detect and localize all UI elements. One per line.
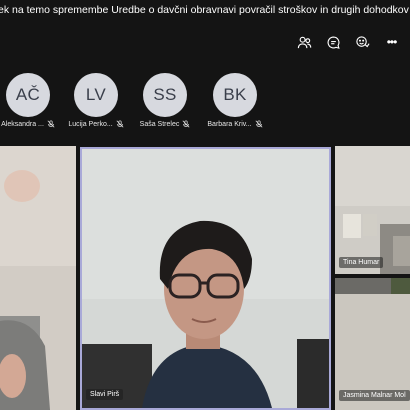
chat-icon[interactable] (325, 34, 342, 51)
video-tile-active-speaker[interactable]: Slavi Pirš (80, 147, 331, 410)
participant-name: Lucija Perko... (68, 120, 113, 128)
participant-name-tag: Slavi Pirš (86, 389, 124, 400)
meeting-title: ek na temo spremembe Uredbe o davčni obr… (0, 4, 410, 16)
video-feed (82, 149, 329, 408)
video-tile-right-top[interactable]: Tina Humar (335, 146, 410, 274)
participant-name: Barbara Kriv... (207, 120, 252, 128)
title-bar: ek na temo spremembe Uredbe o davčni obr… (0, 0, 410, 26)
roster-participant[interactable]: BK Barbara Kriv... (199, 70, 271, 134)
mic-muted-icon (47, 120, 55, 128)
participants-icon[interactable] (296, 34, 313, 51)
video-tile-right-bottom[interactable]: Jasmina Malnar Mol (335, 278, 410, 410)
more-options-icon[interactable]: ••• (383, 34, 400, 51)
roster-participant[interactable]: AČ Aleksandra ... (0, 70, 64, 134)
participant-name: Saša Strelec (139, 120, 180, 128)
video-tile-left[interactable] (0, 146, 76, 410)
video-feed (0, 146, 76, 410)
participant-name-tag: Jasmina Malnar Mol (339, 390, 410, 401)
video-feed (335, 146, 410, 274)
avatar: LV (74, 73, 118, 117)
roster-participant[interactable]: SS Saša Strelec (129, 70, 201, 134)
participant-roster: AČ Aleksandra ... LV Lucija Perko... SS (0, 70, 410, 134)
participant-name-tag: Tina Humar (339, 257, 384, 268)
participant-name: Aleksandra ... (1, 120, 44, 128)
avatar: AČ (6, 73, 50, 117)
reactions-icon[interactable] (354, 34, 371, 51)
roster-participant[interactable]: LV Lucija Perko... (60, 70, 132, 134)
mic-muted-icon (116, 120, 124, 128)
mic-muted-icon (182, 120, 190, 128)
avatar: BK (213, 73, 257, 117)
mic-muted-icon (255, 120, 263, 128)
meeting-toolbar: ••• (296, 32, 400, 52)
avatar: SS (143, 73, 187, 117)
